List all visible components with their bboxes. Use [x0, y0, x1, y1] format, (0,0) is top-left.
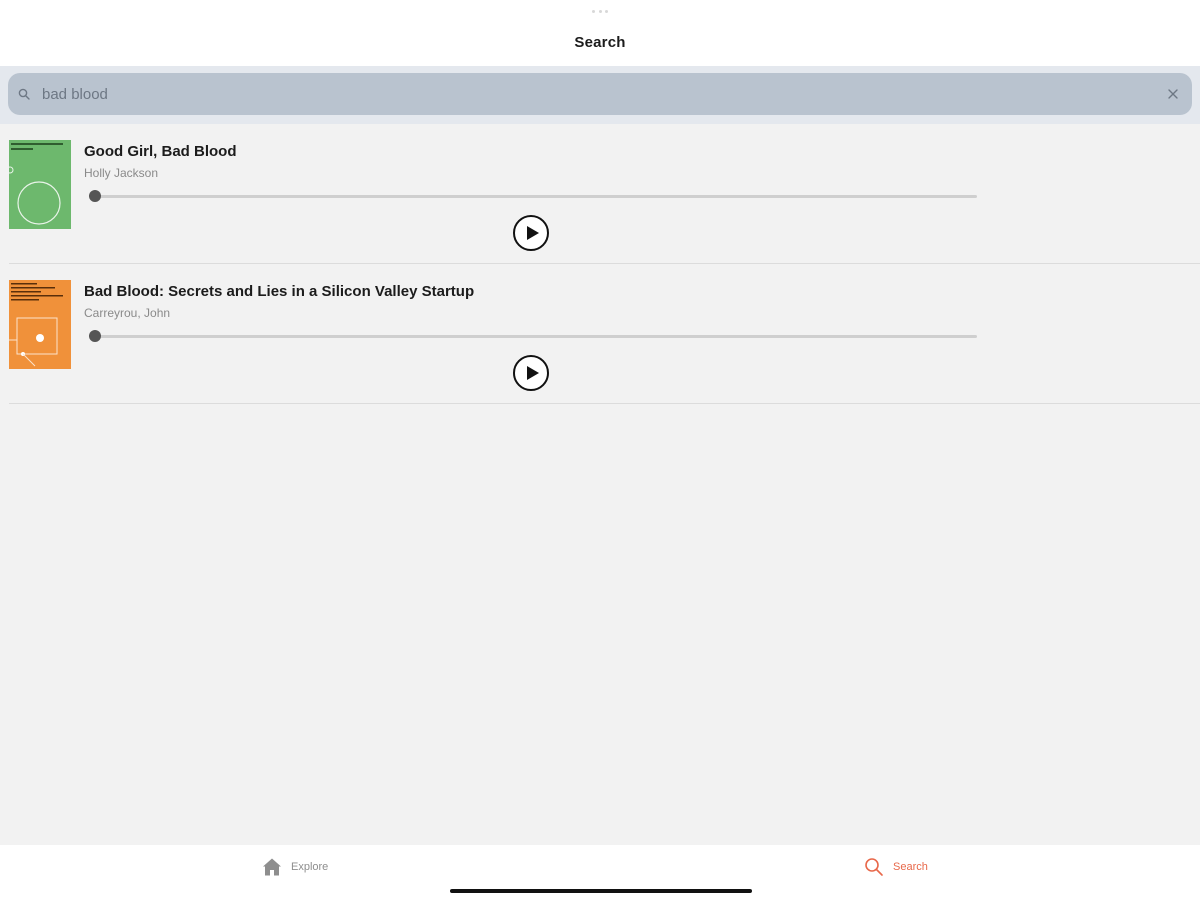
- play-icon: [527, 366, 539, 380]
- book-cover-image: [9, 280, 71, 369]
- search-results-list: Good Girl, Bad Blood Holly Jackson Bad B…: [0, 124, 1200, 404]
- search-input[interactable]: [42, 73, 1152, 115]
- home-indicator[interactable]: [450, 889, 752, 893]
- page-title: Search: [574, 34, 626, 51]
- book-cover[interactable]: [9, 280, 71, 369]
- multitasking-dots[interactable]: [592, 10, 608, 14]
- progress-slider[interactable]: [89, 330, 977, 342]
- progress-slider[interactable]: [89, 190, 977, 202]
- list-item[interactable]: Good Girl, Bad Blood Holly Jackson: [9, 124, 1200, 264]
- book-title[interactable]: Bad Blood: Secrets and Lies in a Silicon…: [84, 283, 474, 300]
- close-icon[interactable]: [1166, 87, 1180, 101]
- book-title[interactable]: Good Girl, Bad Blood: [84, 143, 237, 160]
- progress-thumb[interactable]: [89, 190, 101, 202]
- progress-thumb[interactable]: [89, 330, 101, 342]
- book-author: Carreyrou, John: [84, 306, 171, 320]
- play-button[interactable]: [513, 215, 549, 251]
- book-cover[interactable]: [9, 140, 71, 229]
- book-author: Holly Jackson: [84, 166, 159, 180]
- navigation-header: Search: [0, 0, 1200, 66]
- tab-label: Explore: [291, 861, 329, 873]
- search-bar-container: [0, 66, 1200, 124]
- book-cover-image: [9, 140, 71, 229]
- app-root: Search bad blood Good Girl, Bad Blood Ho…: [0, 0, 1200, 900]
- search-icon: [18, 88, 30, 100]
- tab-explore[interactable]: Explore: [262, 855, 328, 879]
- tab-bar: Explore Search: [0, 845, 1200, 900]
- search-icon: [865, 858, 883, 876]
- list-item[interactable]: Bad Blood: Secrets and Lies in a Silicon…: [9, 264, 1200, 404]
- search-field[interactable]: [8, 73, 1192, 115]
- play-button[interactable]: [513, 355, 549, 391]
- play-icon: [527, 226, 539, 240]
- home-icon: [263, 858, 281, 876]
- tab-label: Search: [893, 861, 928, 873]
- tab-search[interactable]: Search: [864, 855, 928, 879]
